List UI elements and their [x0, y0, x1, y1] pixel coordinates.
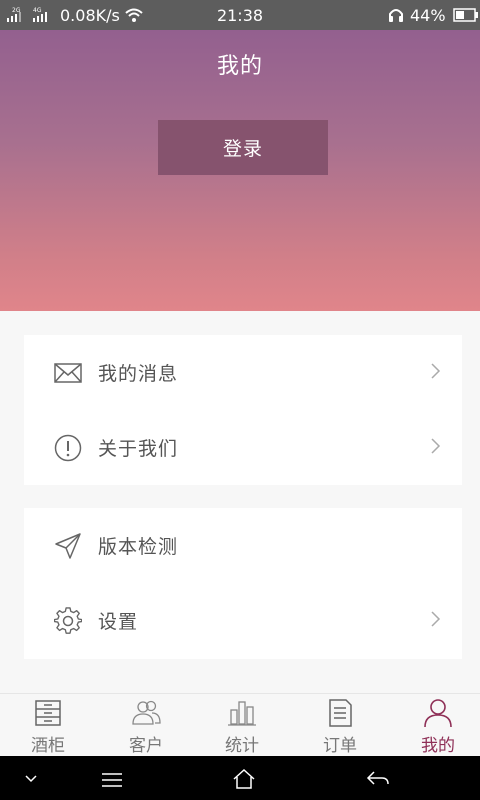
- bottom-tab-bar: 酒柜 客户 统计 订单 我的: [0, 693, 480, 756]
- tab-label: 客户: [129, 736, 163, 756]
- battery-icon: [453, 8, 478, 22]
- tab-mine[interactable]: 我的: [390, 694, 480, 757]
- system-nav-bar: [0, 756, 480, 800]
- tab-wine-cabinet[interactable]: 酒柜: [0, 694, 96, 757]
- chevron-right-icon: [431, 363, 441, 379]
- page-title: 我的: [216, 54, 263, 79]
- menu-item-label: 关于我们: [98, 438, 179, 460]
- paper-plane-icon: [55, 533, 81, 559]
- login-button[interactable]: 登录: [158, 120, 328, 175]
- profile-header: 我的 登录: [0, 30, 480, 311]
- menu-item-about-us[interactable]: 关于我们: [24, 410, 462, 485]
- menu-item-version-check[interactable]: 版本检测: [24, 508, 462, 583]
- screen: 2G 4G 0.08K/s 21:38 44% 我的 登录 我的消息 关于我们 …: [0, 0, 480, 800]
- status-time: 21:38: [216, 6, 264, 25]
- tab-statistics[interactable]: 统计: [194, 694, 290, 757]
- menu-group-1: 我的消息 关于我们: [24, 335, 462, 485]
- menu-item-settings[interactable]: 设置: [24, 583, 462, 658]
- battery-percent: 44%: [410, 6, 446, 25]
- headset-icon: [389, 9, 403, 22]
- menu-item-label: 版本检测: [98, 536, 179, 558]
- chevron-down-icon[interactable]: [24, 774, 38, 784]
- mail-icon: [54, 363, 82, 383]
- tab-label: 酒柜: [31, 736, 65, 756]
- customers-icon: [132, 700, 161, 725]
- home-icon[interactable]: [232, 768, 256, 790]
- tab-label: 统计: [225, 736, 259, 756]
- menu-item-label: 我的消息: [98, 363, 179, 385]
- user-icon: [424, 699, 452, 728]
- tab-orders[interactable]: 订单: [292, 694, 388, 757]
- menu-item-my-messages[interactable]: 我的消息: [24, 335, 462, 410]
- tab-label: 我的: [421, 736, 455, 756]
- order-icon: [329, 699, 352, 727]
- chevron-right-icon: [431, 438, 441, 454]
- gear-icon: [54, 607, 82, 634]
- chevron-right-icon: [431, 611, 441, 627]
- tab-customers[interactable]: 客户: [98, 694, 194, 757]
- cabinet-icon: [35, 700, 61, 726]
- back-icon[interactable]: [366, 770, 390, 788]
- menu-group-2: 版本检测 设置: [24, 508, 462, 659]
- menu-item-label: 设置: [98, 611, 139, 633]
- info-icon: [54, 434, 82, 462]
- tab-label: 订单: [323, 736, 357, 756]
- stats-icon: [228, 701, 256, 726]
- menu-icon[interactable]: [100, 772, 124, 788]
- status-bar: 2G 4G 0.08K/s 21:38 44%: [0, 0, 480, 30]
